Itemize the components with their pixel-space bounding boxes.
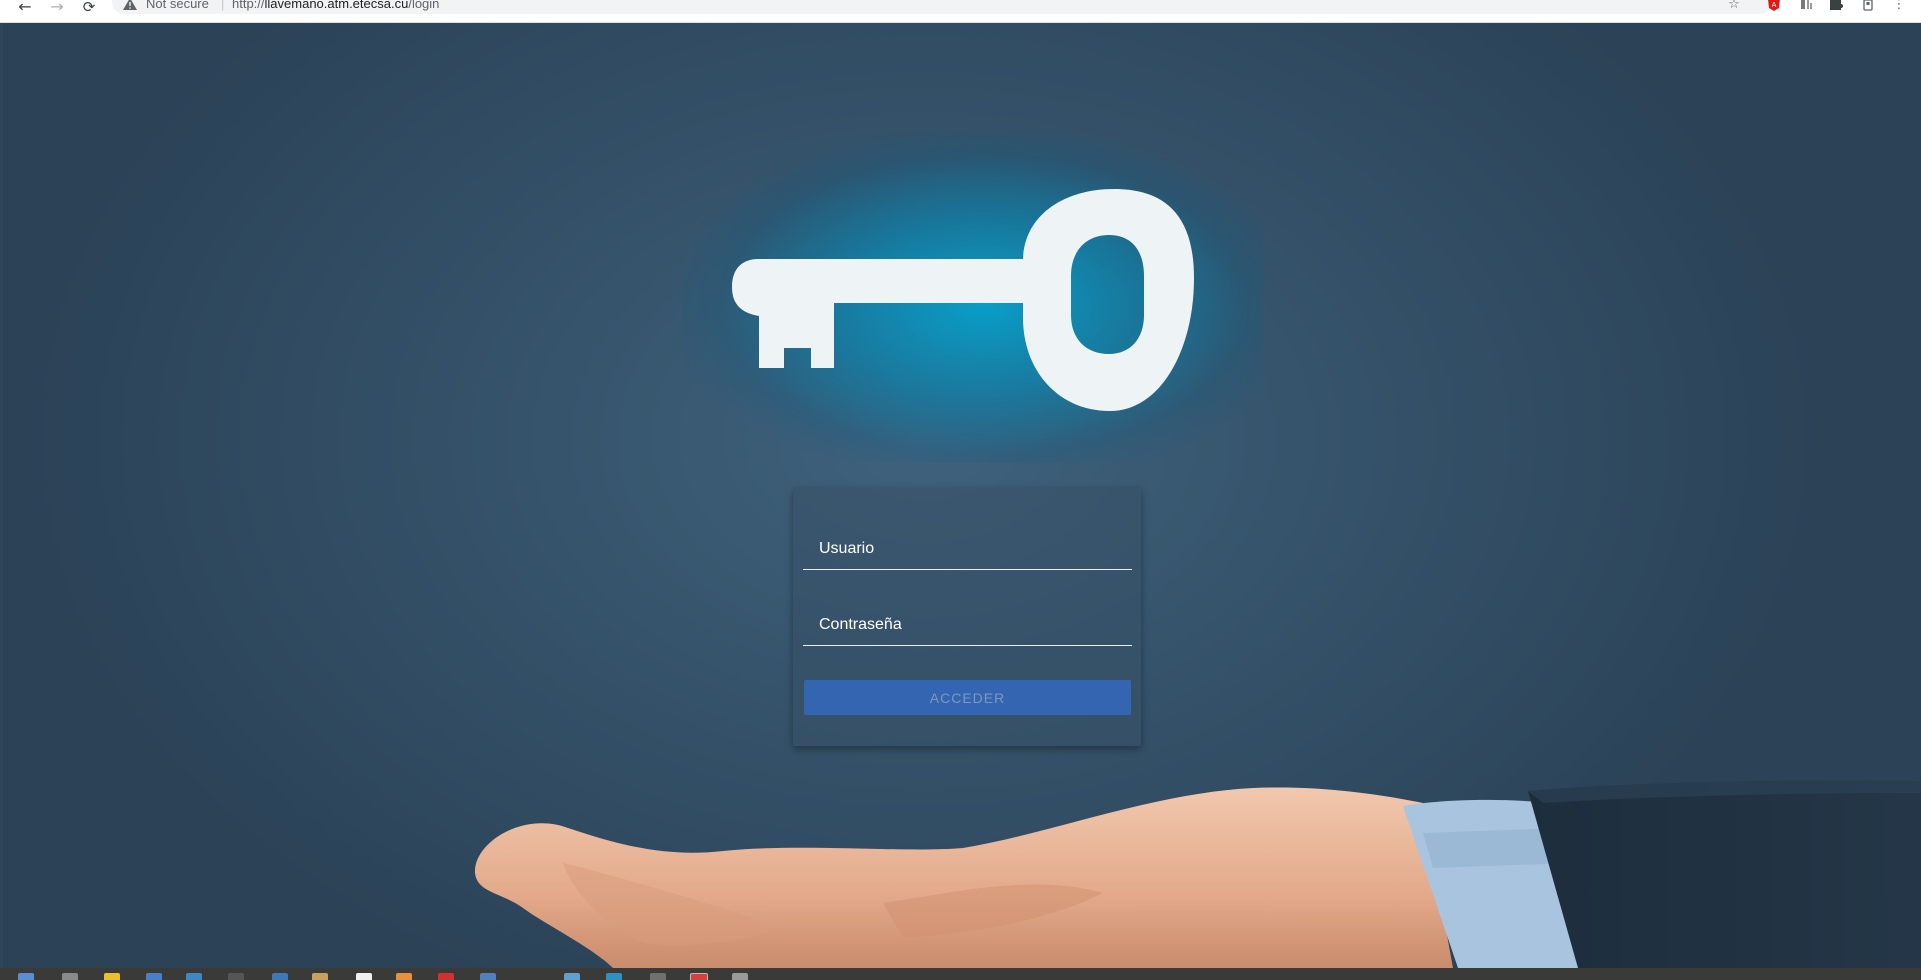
reload-icon: ⟳	[82, 0, 96, 14]
login-form: ACCEDER	[793, 488, 1141, 746]
text-editor-icon[interactable]	[356, 973, 372, 980]
bookmark-star-button[interactable]: ☆	[1724, 0, 1744, 12]
pdf-icon[interactable]	[438, 973, 454, 980]
extension-icon	[1801, 0, 1812, 9]
angular-extension-button[interactable]: A	[1764, 0, 1784, 12]
browser-menu-button[interactable]: ⋮	[1889, 0, 1909, 12]
chrome-icon[interactable]	[690, 973, 708, 980]
key-illustration	[732, 189, 1194, 411]
forward-button[interactable]: →	[46, 0, 68, 14]
profile-button[interactable]	[1858, 0, 1878, 12]
star-icon: ☆	[1728, 0, 1740, 12]
profile-icon	[1863, 0, 1873, 11]
package-icon[interactable]	[312, 973, 328, 980]
menu-icon: ⋮	[1892, 0, 1906, 12]
extension-button[interactable]	[1796, 0, 1816, 12]
image-icon[interactable]	[564, 973, 580, 980]
os-taskbar	[0, 968, 1921, 980]
puzzle-icon	[1830, 0, 1843, 10]
terminal-icon[interactable]	[228, 973, 244, 980]
terminal-icon[interactable]	[62, 973, 78, 980]
arrow-left-icon: ←	[18, 0, 32, 14]
url-scheme: http://	[232, 0, 265, 11]
url-separator: |	[221, 0, 225, 11]
url-text[interactable]: http://llavemano.atm.etecsa.cu/login	[232, 0, 439, 11]
login-page: ACCEDER	[3, 23, 1921, 968]
app-icon[interactable]	[650, 973, 666, 980]
browser-toolbar: ← → ⟳ Not secure | http://llavemano.atm.…	[0, 0, 1921, 23]
url-host: llavemano.atm.etecsa.cu	[264, 0, 409, 11]
angular-extension-icon: A	[1768, 0, 1780, 11]
password-input[interactable]	[803, 605, 1132, 645]
svg-text:A: A	[1772, 1, 1777, 9]
arrow-right-icon: →	[50, 0, 64, 14]
network-icon[interactable]	[480, 973, 496, 980]
username-field-container	[803, 529, 1132, 570]
acceder-button[interactable]: ACCEDER	[804, 680, 1131, 715]
back-button[interactable]: ←	[14, 0, 36, 14]
browser-icon[interactable]	[186, 973, 202, 980]
settings-icon[interactable]	[272, 973, 288, 980]
document-icon[interactable]	[146, 973, 162, 980]
warning-app-icon[interactable]	[104, 973, 120, 980]
files-icon[interactable]	[18, 973, 34, 980]
url-path: /login	[408, 0, 440, 11]
chrome-icon[interactable]	[606, 973, 622, 980]
username-input[interactable]	[803, 529, 1132, 569]
media-icon[interactable]	[396, 973, 412, 980]
warning-icon[interactable]	[122, 0, 138, 10]
password-field-container	[803, 605, 1132, 646]
security-status-label[interactable]: Not secure	[146, 0, 209, 11]
hand-illustration	[474, 780, 1921, 968]
reload-button[interactable]: ⟳	[78, 0, 100, 14]
app-icon[interactable]	[732, 973, 748, 980]
extensions-menu-button[interactable]	[1826, 0, 1846, 12]
